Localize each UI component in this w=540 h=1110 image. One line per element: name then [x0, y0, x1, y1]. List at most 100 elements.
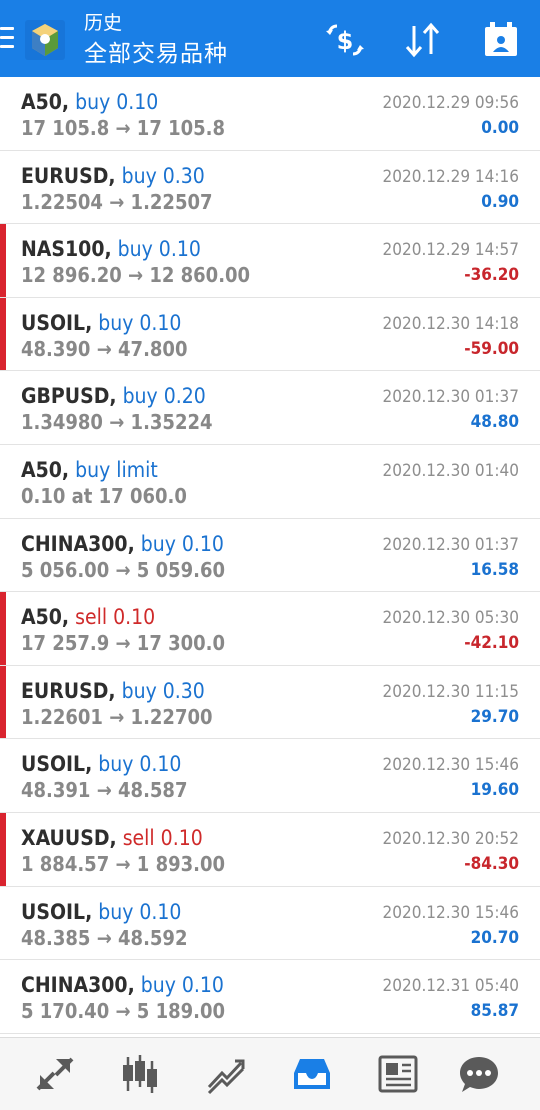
- deal-symbol-line: USOIL, buy 0.10: [21, 899, 181, 925]
- deal-side-volume: sell 0.10: [122, 825, 203, 850]
- deal-symbol-line: NAS100, buy 0.10: [21, 236, 201, 262]
- deal-row[interactable]: A50, sell 0.10 17 257.9 → 17 300.0 2020.…: [0, 592, 540, 666]
- deal-time: 2020.12.31 05:40: [382, 976, 519, 997]
- nav-news-icon[interactable]: [377, 1053, 419, 1095]
- deal-row[interactable]: GBPUSD, buy 0.20 1.34980 → 1.35224 2020.…: [0, 371, 540, 445]
- deal-prices: 5 056.00 → 5 059.60: [21, 557, 226, 582]
- deal-row[interactable]: CHINA300, buy 0.10 5 056.00 → 5 059.60 2…: [0, 518, 540, 593]
- app-logo: [24, 19, 66, 61]
- svg-text:$: $: [337, 27, 354, 55]
- deal-symbol: EURUSD,: [21, 163, 116, 188]
- deal-side-volume: buy 0.20: [122, 384, 206, 409]
- header-subtitle: 历史: [84, 12, 123, 34]
- nav-chart-icon[interactable]: [119, 1053, 161, 1095]
- deal-profit: -42.10: [464, 633, 519, 654]
- deal-profit: 19.60: [470, 780, 519, 801]
- deal-row[interactable]: USOIL, buy 0.10 48.385 → 48.592 2020.12.…: [0, 886, 540, 961]
- deal-row[interactable]: A50, buy 0.10 17 105.8 → 17 105.8 2020.1…: [0, 77, 540, 151]
- deal-side-volume: buy 0.10: [98, 752, 182, 777]
- header-title[interactable]: 全部交易品种: [84, 40, 228, 68]
- loss-marker: [0, 665, 6, 739]
- deal-time: 2020.12.30 01:37: [382, 387, 519, 408]
- menu-icon[interactable]: [0, 27, 14, 49]
- loss-marker: [0, 592, 6, 665]
- deal-side-volume: sell 0.10: [75, 605, 156, 630]
- deal-profit: 29.70: [470, 706, 519, 727]
- nav-history-icon[interactable]: [291, 1053, 333, 1095]
- deal-symbol: A50,: [21, 605, 70, 630]
- deal-symbol: NAS100,: [21, 237, 112, 262]
- loss-marker: [0, 224, 6, 297]
- sort-icon[interactable]: [401, 18, 445, 62]
- deal-symbol-line: A50, buy 0.10: [21, 89, 158, 115]
- deal-time: 2020.12.30 01:37: [382, 534, 519, 555]
- deal-profit: 20.70: [470, 927, 519, 948]
- deal-time: 2020.12.30 15:46: [382, 755, 519, 776]
- nav-trade-icon[interactable]: [205, 1053, 247, 1095]
- deal-profit: 48.80: [470, 412, 519, 433]
- deal-symbol: USOIL,: [21, 752, 93, 777]
- deal-time: 2020.12.30 15:46: [382, 902, 519, 923]
- deal-side-volume: buy 0.10: [75, 90, 159, 114]
- deal-row[interactable]: EURUSD, buy 0.30 1.22601 → 1.22700 2020.…: [0, 665, 540, 740]
- history-list: A50, buy 0.10 17 105.8 → 17 105.8 2020.1…: [0, 77, 540, 1034]
- deal-row[interactable]: USOIL, buy 0.10 48.391 → 48.587 2020.12.…: [0, 739, 540, 813]
- loss-marker: [0, 297, 6, 371]
- currency-exchange-icon[interactable]: $: [323, 18, 367, 62]
- deal-profit: -36.20: [464, 265, 519, 286]
- app-header: 历史 全部交易品种 $: [0, 0, 540, 77]
- deal-time: 2020.12.29 14:16: [382, 166, 519, 187]
- deal-prices: 17 257.9 → 17 300.0: [21, 631, 226, 656]
- loss-marker: [0, 812, 6, 886]
- deal-prices: 17 105.8 → 17 105.8: [21, 116, 226, 140]
- bottom-navigation: [0, 1037, 540, 1110]
- deal-symbol: A50,: [21, 457, 70, 482]
- deal-side-volume: buy 0.30: [121, 163, 205, 188]
- deal-prices: 48.391 → 48.587: [21, 778, 188, 803]
- deal-side-volume: buy 0.30: [121, 678, 205, 703]
- deal-time: 2020.12.30 20:52: [382, 828, 519, 849]
- deal-profit: 85.87: [470, 1001, 519, 1022]
- deal-symbol: EURUSD,: [21, 678, 116, 703]
- deal-prices: 48.390 → 47.800: [21, 336, 188, 361]
- deal-row[interactable]: NAS100, buy 0.10 12 896.20 → 12 860.00 2…: [0, 224, 540, 298]
- nav-quotes-icon[interactable]: [34, 1053, 76, 1095]
- deal-side-volume: buy 0.10: [140, 531, 224, 556]
- deal-symbol-line: EURUSD, buy 0.30: [21, 678, 205, 704]
- deal-symbol-line: A50, sell 0.10: [21, 604, 155, 630]
- deal-symbol-line: GBPUSD, buy 0.20: [21, 383, 206, 409]
- deal-symbol-line: A50, buy limit: [21, 457, 158, 483]
- deal-time: 2020.12.30 11:15: [382, 681, 519, 702]
- deal-prices: 1 884.57 → 1 893.00: [21, 851, 226, 876]
- deal-row[interactable]: USOIL, buy 0.10 48.390 → 47.800 2020.12.…: [0, 297, 540, 372]
- deal-time: 2020.12.30 05:30: [382, 608, 519, 629]
- deal-time: 2020.12.30 14:18: [382, 313, 519, 334]
- deal-prices: 48.385 → 48.592: [21, 925, 188, 950]
- deal-prices: 0.10 at 17 060.0: [21, 483, 187, 508]
- deal-side-volume: buy 0.10: [140, 973, 224, 998]
- deal-time: 2020.12.29 14:57: [382, 240, 519, 261]
- deal-symbol: USOIL,: [21, 899, 93, 924]
- deal-symbol: XAUUSD,: [21, 825, 117, 850]
- deal-side-volume: buy 0.10: [98, 899, 182, 924]
- deal-time: 2020.12.30 01:40: [382, 460, 519, 481]
- deal-row[interactable]: A50, buy limit 0.10 at 17 060.0 2020.12.…: [0, 444, 540, 519]
- deal-profit: -59.00: [464, 338, 519, 359]
- deal-row[interactable]: CHINA300, buy 0.10 5 170.40 → 5 189.00 2…: [0, 960, 540, 1034]
- deal-symbol-line: USOIL, buy 0.10: [21, 751, 181, 777]
- deal-symbol-line: CHINA300, buy 0.10: [21, 531, 224, 557]
- deal-symbol: GBPUSD,: [21, 384, 117, 409]
- period-calendar-icon[interactable]: [479, 18, 523, 62]
- deal-symbol: CHINA300,: [21, 531, 135, 556]
- nav-messages-icon[interactable]: [458, 1053, 500, 1095]
- deal-prices: 5 170.40 → 5 189.00: [21, 999, 226, 1024]
- deal-row[interactable]: XAUUSD, sell 0.10 1 884.57 → 1 893.00 20…: [0, 812, 540, 887]
- deal-profit: -84.30: [464, 853, 519, 874]
- deal-side-volume: buy 0.10: [98, 310, 182, 335]
- deal-row[interactable]: EURUSD, buy 0.30 1.22504 → 1.22507 2020.…: [0, 150, 540, 225]
- deal-profit: 0.90: [481, 191, 519, 212]
- deal-symbol-line: EURUSD, buy 0.30: [21, 163, 205, 189]
- deal-side-volume: buy limit: [75, 457, 158, 482]
- deal-time: 2020.12.29 09:56: [382, 93, 519, 113]
- deal-prices: 1.22504 → 1.22507: [21, 189, 213, 214]
